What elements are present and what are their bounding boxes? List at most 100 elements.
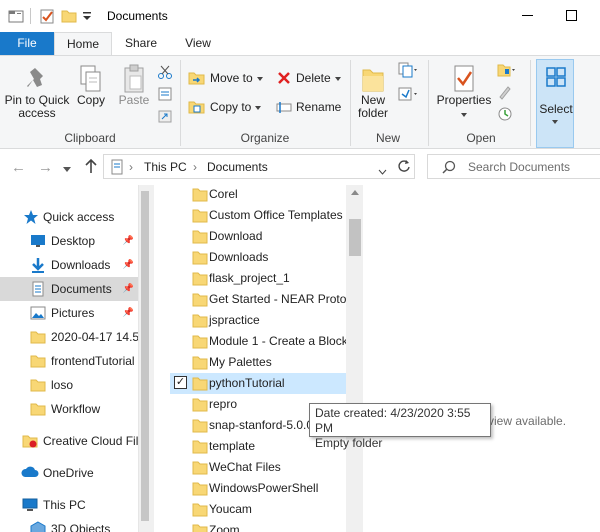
group-separator [530,60,531,146]
chevron-right-icon: › [193,160,197,174]
scroll-up-arrow-icon[interactable] [351,190,359,195]
item-checkbox[interactable]: ✓ [174,376,187,389]
file-list: Corel Custom Office Templates Download D… [154,185,366,532]
nav-item-downloads[interactable]: Downloads 📌 [0,253,138,277]
window-title: Documents [107,9,168,23]
rename-button[interactable]: Rename [276,97,342,117]
maximize-button[interactable] [566,10,577,21]
nav-item-frontendtutorial[interactable]: frontendTutorial [0,349,138,373]
copy-button[interactable]: Copy [72,60,110,107]
rename-icon [276,99,292,121]
list-item[interactable]: jspractice [170,310,348,331]
list-item[interactable]: Custom Office Templates [170,205,348,226]
list-item[interactable]: Downloads [170,247,348,268]
folder-tooltip: Date created: 4/23/2020 3:55 PM Empty fo… [309,403,491,450]
cut-icon[interactable] [157,64,173,83]
pin-icon[interactable]: 📌 [123,283,134,294]
pin-to-quick-access-button[interactable]: Pin to Quick access [4,60,70,120]
search-input[interactable]: Search Documents [427,154,600,179]
tab-share[interactable]: Share [112,32,170,55]
refresh-icon[interactable] [397,159,411,176]
nav-item-desktop[interactable]: Desktop 📌 [0,229,138,253]
list-item[interactable]: WindowsPowerShell [170,478,348,499]
list-item[interactable]: Zoom [170,520,348,532]
delete-button[interactable]: Delete [276,68,342,88]
tab-view[interactable]: View [170,32,226,55]
folder-icon [192,523,208,532]
list-item[interactable]: Get Started - NEAR Protoc [170,289,348,310]
folder-icon [192,208,208,226]
folder-icon [192,502,208,520]
copy-icon [72,60,110,94]
file-list-scrollbar-thumb[interactable] [349,219,361,256]
nav-item-this-pc[interactable]: This PC [0,493,138,517]
new-folder-button[interactable]: New folder [352,60,394,120]
folder-icon [192,439,208,457]
file-explorer-icon [8,8,24,27]
edit-icon[interactable] [497,84,513,103]
open-icon[interactable] [497,62,519,81]
list-item[interactable]: Corel [170,185,348,205]
minimize-button[interactable] [522,15,533,16]
customize-quick-access-icon[interactable] [82,10,92,25]
list-item[interactable]: Youcam [170,499,348,520]
pin-icon[interactable]: 📌 [123,259,134,270]
copy-path-icon[interactable] [157,86,173,105]
nav-item-3d-objects[interactable]: 3D Objects [0,517,138,532]
properties-quick-icon[interactable] [39,8,55,27]
tab-file[interactable]: File [0,32,54,55]
address-bar[interactable]: › This PC › Documents [103,154,415,179]
nav-item-loso[interactable]: loso [0,373,138,397]
new-folder-icon [352,60,394,94]
folder-icon [192,271,208,289]
select-button[interactable]: Select [536,59,574,148]
nav-item-onedrive[interactable]: OneDrive [0,461,138,485]
paste-shortcut-icon[interactable] [157,108,173,127]
pictures-icon [30,305,46,324]
list-item[interactable]: My Palettes [170,352,348,373]
list-item[interactable]: flask_project_1 [170,268,348,289]
move-to-button[interactable]: Move to [188,68,264,88]
list-item[interactable]: Download [170,226,348,247]
pin-icon[interactable]: 📌 [123,235,134,246]
new-group-label: New [375,131,400,145]
address-dropdown-icon[interactable] [378,164,387,178]
paste-button[interactable]: Paste [114,60,154,107]
pin-icon[interactable]: 📌 [123,307,134,318]
folder-icon [192,355,208,373]
up-button[interactable] [84,158,98,177]
folder-icon [192,481,208,499]
tooltip-folder-status: Empty folder [315,436,383,450]
history-icon[interactable] [497,106,513,125]
forward-button[interactable]: → [38,159,53,176]
title-separator [30,8,31,24]
list-item[interactable]: Module 1 - Create a Blockc [170,331,348,352]
list-item-hovered[interactable]: ✓ pythonTutorial [170,373,348,394]
folder-icon [192,313,208,331]
new-item-icon[interactable] [398,62,420,81]
copy-to-button[interactable]: Copy to [188,97,264,117]
breadcrumb-this-pc[interactable]: This PC [144,160,187,174]
nav-item-pictures[interactable]: Pictures 📌 [0,301,138,325]
search-icon [442,160,456,177]
nav-item-creative-cloud[interactable]: Creative Cloud Fil [0,429,138,453]
nav-item-quick-access[interactable]: Quick access [0,205,138,229]
copy-to-icon [188,99,206,121]
delete-icon [276,70,292,92]
list-item[interactable]: WeChat Files [170,457,348,478]
organize-group-label: Organize [240,131,290,145]
folder-icon [30,329,46,348]
nav-item-workflow[interactable]: Workflow [0,397,138,421]
properties-button[interactable]: Properties [434,60,494,120]
tab-home[interactable]: Home [54,32,112,56]
breadcrumb-documents[interactable]: Documents [207,160,268,174]
new-folder-quick-icon[interactable] [61,8,77,27]
desktop-icon [30,233,46,252]
nav-scrollbar-thumb[interactable] [141,191,149,521]
nav-item-documents[interactable]: Documents 📌 [0,277,138,301]
this-pc-icon [22,497,38,516]
easy-access-icon[interactable] [398,86,420,105]
recent-locations-button[interactable] [63,162,71,176]
back-button[interactable]: ← [11,159,26,176]
nav-item-2020-04-17[interactable]: 2020-04-17 14.59 [0,325,138,349]
